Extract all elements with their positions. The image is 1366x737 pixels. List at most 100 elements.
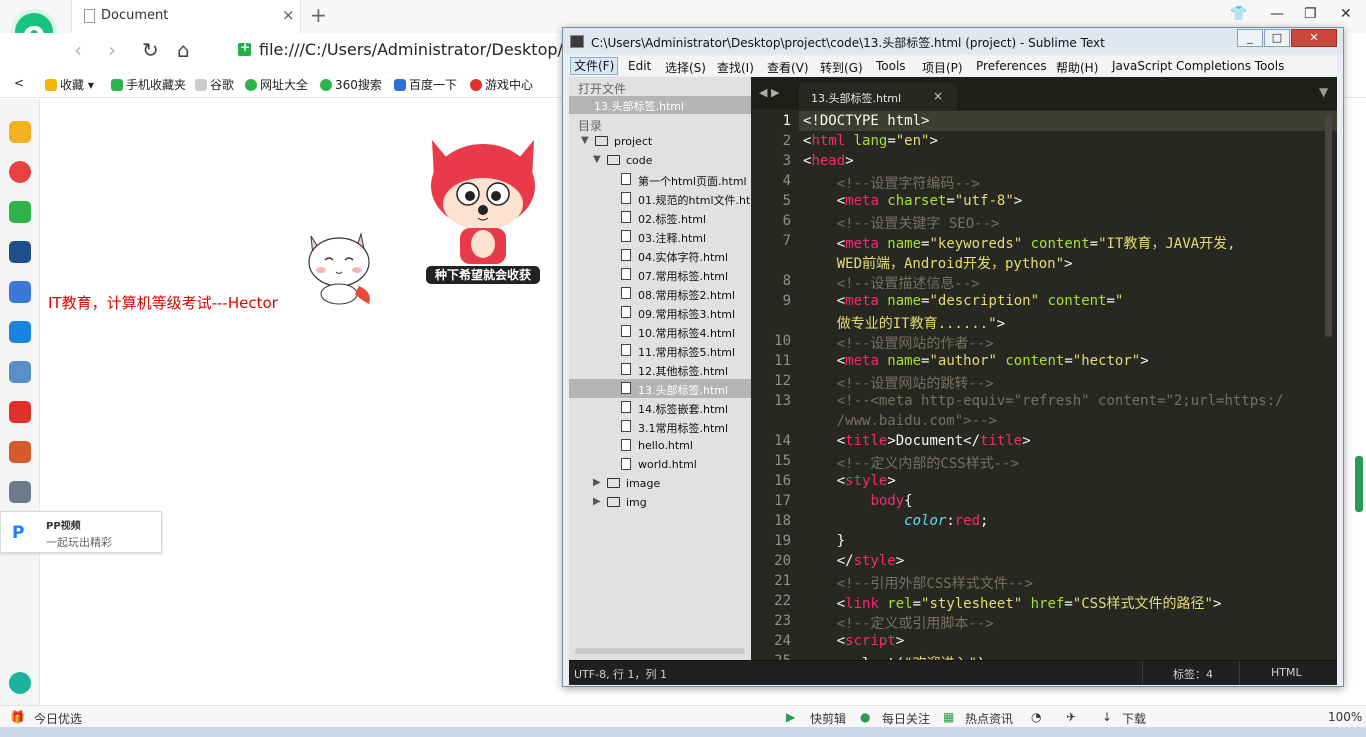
folder-image[interactable]: ▶ image xyxy=(569,474,751,493)
file-item[interactable]: 02.标签.html xyxy=(569,208,751,227)
file-item[interactable]: 03.注释.html xyxy=(569,227,751,246)
file-item-selected[interactable]: 13.头部标签.html xyxy=(569,379,751,398)
speed-icon[interactable]: ◔ xyxy=(1031,710,1041,724)
file-item[interactable]: 14.标签嵌套.html xyxy=(569,398,751,417)
menu-edit[interactable]: Edit xyxy=(628,59,651,73)
code-line[interactable]: <!--设置关键字 SEO--> xyxy=(803,213,1000,233)
folder-img[interactable]: ▶ img xyxy=(569,493,751,512)
code-line[interactable]: <meta charset="utf-8"> xyxy=(803,193,1023,209)
sublime-minimize-button[interactable]: _ xyxy=(1237,29,1263,47)
news-icon[interactable] xyxy=(9,241,31,263)
tab-document[interactable]: Document × xyxy=(71,0,301,33)
bookmark-baidu[interactable]: 百度一下 xyxy=(394,76,457,93)
file-item[interactable]: 11.常用标签5.html xyxy=(569,341,751,360)
download-icon[interactable]: ↓ xyxy=(1102,710,1112,724)
game-app-2-icon[interactable] xyxy=(9,441,31,463)
code-line[interactable]: <style> xyxy=(803,473,896,489)
mail-icon[interactable] xyxy=(9,201,31,223)
menu-project[interactable]: 项目(P) xyxy=(922,59,963,76)
code-line[interactable]: <script> xyxy=(803,633,904,649)
status-item-download[interactable]: 下载 xyxy=(1122,710,1146,727)
code-line[interactable]: <title>Document</title> xyxy=(803,433,1031,449)
file-item[interactable]: 08.常用标签2.html xyxy=(569,284,751,303)
code-line[interactable]: <link rel="stylesheet" href="CSS样式文件的路径"… xyxy=(803,593,1222,613)
file-item[interactable]: 01.规范的html文件.html xyxy=(569,189,751,208)
sidebar-scrollbar[interactable] xyxy=(575,648,745,654)
game-app-3-icon[interactable] xyxy=(9,481,31,503)
code-line[interactable]: color:red; xyxy=(803,513,988,529)
bookmark-favorites[interactable]: 收藏 ▾ xyxy=(45,76,94,93)
file-item[interactable]: 12.其他标签.html xyxy=(569,360,751,379)
menu-preferences[interactable]: Preferences xyxy=(976,59,1047,73)
code-line[interactable]: <!--设置描述信息--> xyxy=(803,273,980,293)
editor-tab[interactable]: 13.头部标签.html × xyxy=(799,83,957,110)
sublime-close-button[interactable]: ✕ xyxy=(1291,29,1337,47)
tab-nav-arrows-icon[interactable]: ◀ ▶ xyxy=(759,86,779,99)
word-icon[interactable] xyxy=(9,281,31,303)
menu-select[interactable]: 选择(S) xyxy=(665,59,706,76)
bookmark-mobile[interactable]: 手机收藏夹 xyxy=(111,76,186,93)
code-line[interactable]: body{ xyxy=(803,493,912,509)
code-line[interactable]: <meta name="description" content=" xyxy=(803,293,1124,309)
tab-close-icon[interactable]: × xyxy=(282,6,295,24)
status-today-picks[interactable]: 今日优选 xyxy=(34,710,82,727)
add-plugin-icon[interactable] xyxy=(9,672,31,694)
status-item-clip[interactable]: 快剪辑 xyxy=(810,710,846,727)
menu-help[interactable]: 帮助(H) xyxy=(1056,59,1098,76)
code-line[interactable]: <!--设置网站的作者--> xyxy=(803,333,994,353)
menu-tools[interactable]: Tools xyxy=(876,59,906,73)
code-line[interactable]: <!--设置网站的跳转--> xyxy=(803,373,994,393)
indent-setting[interactable]: 标签：4 xyxy=(1173,666,1213,682)
code-line[interactable]: <!--定义内部的CSS样式--> xyxy=(803,453,1019,473)
address-bar[interactable]: file:///C:/Users/Administrator/Desktop/p… xyxy=(232,37,618,63)
home-icon[interactable]: ⌂ xyxy=(177,38,190,62)
page-scrollbar-thumb[interactable] xyxy=(1355,456,1363,512)
back-icon[interactable]: ‹ xyxy=(74,38,82,62)
pp-video-popup[interactable]: P PP视频 一起玩出精彩 xyxy=(0,511,162,553)
sublime-maximize-button[interactable]: □ xyxy=(1264,29,1290,47)
bookmark-google[interactable]: 谷歌 xyxy=(195,76,234,93)
folder-project[interactable]: ▼ project xyxy=(569,132,751,151)
minimize-icon[interactable]: — xyxy=(1270,6,1284,22)
menu-file[interactable]: 文件(F) xyxy=(570,57,619,75)
shirt-skin-icon[interactable]: 👕 xyxy=(1230,6,1247,22)
zoom-level[interactable]: 100% xyxy=(1328,710,1362,724)
open-file-item[interactable]: 13.头部标签.html xyxy=(569,96,751,114)
code-line[interactable]: <html lang="en"> xyxy=(803,133,938,149)
code-line[interactable]: <!--定义或引用脚本--> xyxy=(803,613,994,633)
file-item[interactable]: 04.实体字符.html xyxy=(569,246,751,265)
code-line[interactable]: <!DOCTYPE html> xyxy=(803,113,929,129)
code-line[interactable]: 做专业的IT教育......"> xyxy=(803,313,1005,333)
window-close-icon[interactable]: ✕ xyxy=(1340,6,1352,22)
code-line[interactable]: <!--设置字符编码--> xyxy=(803,173,980,193)
status-item-follow[interactable]: 每日关注 xyxy=(882,710,930,727)
menu-view[interactable]: 查看(V) xyxy=(767,59,809,76)
tab-dropdown-icon[interactable]: ▼ xyxy=(1319,85,1328,99)
forward-icon[interactable]: › xyxy=(108,38,116,62)
game-app-icon[interactable] xyxy=(9,361,31,383)
file-item[interactable]: 09.常用标签3.html xyxy=(569,303,751,322)
new-tab-button[interactable]: + xyxy=(310,3,327,27)
code-line[interactable]: <meta name="author" content="hector"> xyxy=(803,353,1149,369)
editor-tab-close-icon[interactable]: × xyxy=(933,89,943,103)
bookmark-sites[interactable]: 网址大全 xyxy=(245,76,308,93)
editor-scrollbar-thumb[interactable] xyxy=(1325,115,1332,337)
tool-icon[interactable]: ✈ xyxy=(1066,710,1076,724)
status-item-news[interactable]: 热点资讯 xyxy=(965,710,1013,727)
gift-icon[interactable]: 🎁 xyxy=(10,710,25,724)
restore-icon[interactable]: ❐ xyxy=(1304,6,1317,22)
follow-icon[interactable]: ● xyxy=(860,710,870,724)
favorites-star-icon[interactable] xyxy=(9,121,31,143)
code-line[interactable]: WED前端，Android开发，python"> xyxy=(803,253,1073,273)
code-line[interactable]: /www.baidu.com">--> xyxy=(803,413,997,429)
file-item[interactable]: 07.常用标签.html xyxy=(569,265,751,284)
clip-icon[interactable]: ▶ xyxy=(786,710,795,724)
code-line[interactable]: <!--<meta http-equiv="refresh" content="… xyxy=(803,393,1284,409)
code-line[interactable]: <!--引用外部CSS样式文件--> xyxy=(803,573,1033,593)
menu-goto[interactable]: 转到(G) xyxy=(820,59,863,76)
file-item[interactable]: world.html xyxy=(569,455,751,474)
file-item[interactable]: hello.html xyxy=(569,436,751,455)
reload-icon[interactable]: ↻ xyxy=(142,38,159,62)
file-item[interactable]: 10.常用标签4.html xyxy=(569,322,751,341)
bookmark-360search[interactable]: 360搜索 xyxy=(320,76,382,93)
